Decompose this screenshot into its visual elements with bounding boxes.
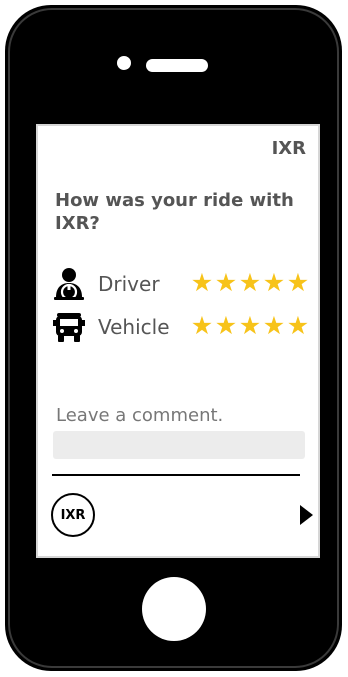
vehicle-icon bbox=[53, 313, 85, 342]
rating-question: How was your ride with IXR? bbox=[55, 190, 294, 234]
star-icon[interactable]: ★ bbox=[190, 268, 214, 298]
star-icon[interactable]: ★ bbox=[214, 268, 238, 298]
star-icon[interactable]: ★ bbox=[190, 311, 214, 341]
rating-row-driver: Driver ★ ★ ★ ★ ★ bbox=[50, 267, 312, 301]
star-rating-driver[interactable]: ★ ★ ★ ★ ★ bbox=[190, 268, 310, 298]
comment-prompt: Leave a comment. bbox=[56, 405, 224, 426]
play-arrow-icon[interactable] bbox=[300, 505, 313, 525]
star-icon[interactable]: ★ bbox=[286, 311, 310, 341]
rating-row-vehicle: Vehicle ★ ★ ★ ★ ★ bbox=[50, 310, 312, 344]
earpiece-speaker-icon bbox=[146, 59, 208, 72]
app-screen: IXR How was your ride with IXR? Driver ★… bbox=[36, 124, 320, 558]
star-icon[interactable]: ★ bbox=[286, 268, 310, 298]
star-icon[interactable]: ★ bbox=[238, 268, 262, 298]
ixr-logo: IXR bbox=[51, 493, 95, 537]
brand-title: IXR bbox=[271, 138, 306, 159]
rating-label-vehicle: Vehicle bbox=[98, 315, 170, 339]
footer-divider bbox=[52, 474, 300, 476]
rating-label-driver: Driver bbox=[98, 272, 160, 296]
star-icon[interactable]: ★ bbox=[262, 311, 286, 341]
driver-icon bbox=[54, 268, 84, 301]
front-camera-icon bbox=[117, 56, 131, 70]
home-button[interactable] bbox=[142, 577, 206, 641]
comment-input[interactable] bbox=[53, 431, 305, 459]
star-rating-vehicle[interactable]: ★ ★ ★ ★ ★ bbox=[190, 311, 310, 341]
star-icon[interactable]: ★ bbox=[214, 311, 238, 341]
star-icon[interactable]: ★ bbox=[238, 311, 262, 341]
star-icon[interactable]: ★ bbox=[262, 268, 286, 298]
